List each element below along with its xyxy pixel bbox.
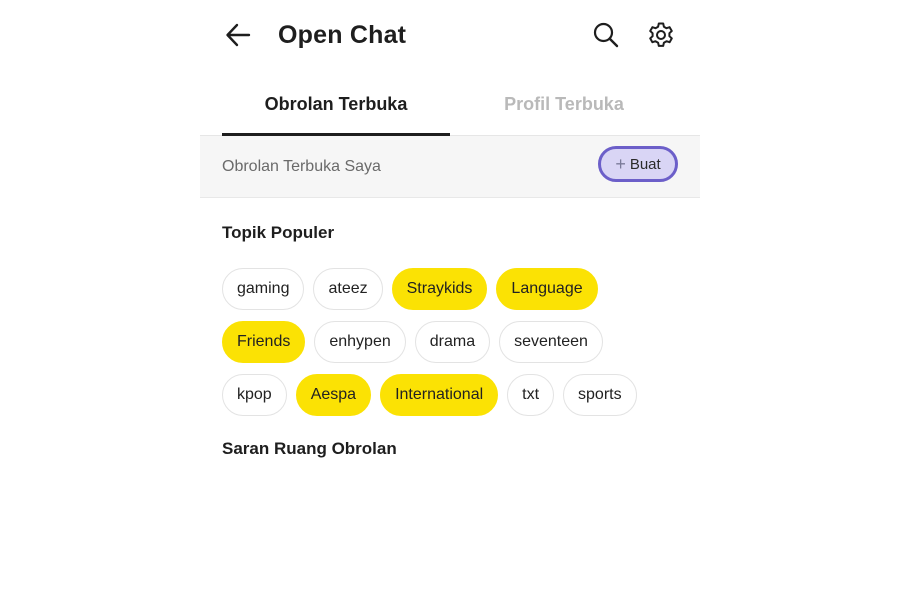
popular-topics-chips: gaming ateez Straykids Language Friends …	[222, 268, 682, 427]
arrow-left-icon	[226, 23, 251, 47]
my-open-chats-bar[interactable]: Obrolan Terbuka Saya + Buat	[200, 136, 700, 198]
tab-bar: Obrolan Terbuka Profil Terbuka	[200, 78, 700, 136]
open-chat-screen: Open Chat Obrolan Terbuka Profil Terbuka…	[200, 0, 700, 589]
tab-open-profile[interactable]: Profil Terbuka	[450, 78, 678, 135]
tab-open-chats[interactable]: Obrolan Terbuka	[222, 78, 450, 136]
popular-topics-heading: Topik Populer	[222, 223, 335, 242]
create-chat-button[interactable]: + Buat	[598, 146, 678, 182]
topic-chip-kpop[interactable]: kpop	[222, 374, 287, 416]
topic-chip-straykids[interactable]: Straykids	[391, 268, 488, 310]
page-title: Open Chat	[278, 21, 407, 49]
settings-button[interactable]	[645, 19, 677, 51]
topic-chip-friends[interactable]: Friends	[222, 321, 306, 363]
back-button[interactable]	[222, 19, 254, 51]
topic-chip-sports[interactable]: sports	[563, 374, 637, 416]
topic-chip-gaming[interactable]: gaming	[222, 268, 305, 310]
suggested-rooms-heading: Saran Ruang Obrolan	[222, 439, 397, 458]
gear-icon	[649, 22, 673, 47]
topic-chip-drama[interactable]: drama	[414, 321, 491, 363]
topic-chip-aespa[interactable]: Aespa	[295, 374, 372, 416]
chip-row: kpop Aespa International txt sports	[222, 374, 682, 416]
chip-row: gaming ateez Straykids Language	[222, 268, 682, 310]
plus-icon: +	[615, 153, 626, 174]
app-header: Open Chat	[200, 0, 700, 70]
topic-chip-seventeen[interactable]: seventeen	[499, 321, 603, 363]
my-open-chats-label: Obrolan Terbuka Saya	[222, 157, 381, 175]
search-icon	[593, 22, 619, 48]
chip-row: Friends enhypen drama seventeen	[222, 321, 682, 363]
topic-chip-txt[interactable]: txt	[507, 374, 555, 416]
search-button[interactable]	[590, 19, 622, 51]
topic-chip-enhypen[interactable]: enhypen	[314, 321, 406, 363]
create-button-label: Buat	[629, 155, 661, 173]
topic-chip-ateez[interactable]: ateez	[313, 268, 383, 310]
topic-chip-language[interactable]: Language	[496, 268, 598, 310]
topic-chip-international[interactable]: International	[380, 374, 499, 416]
